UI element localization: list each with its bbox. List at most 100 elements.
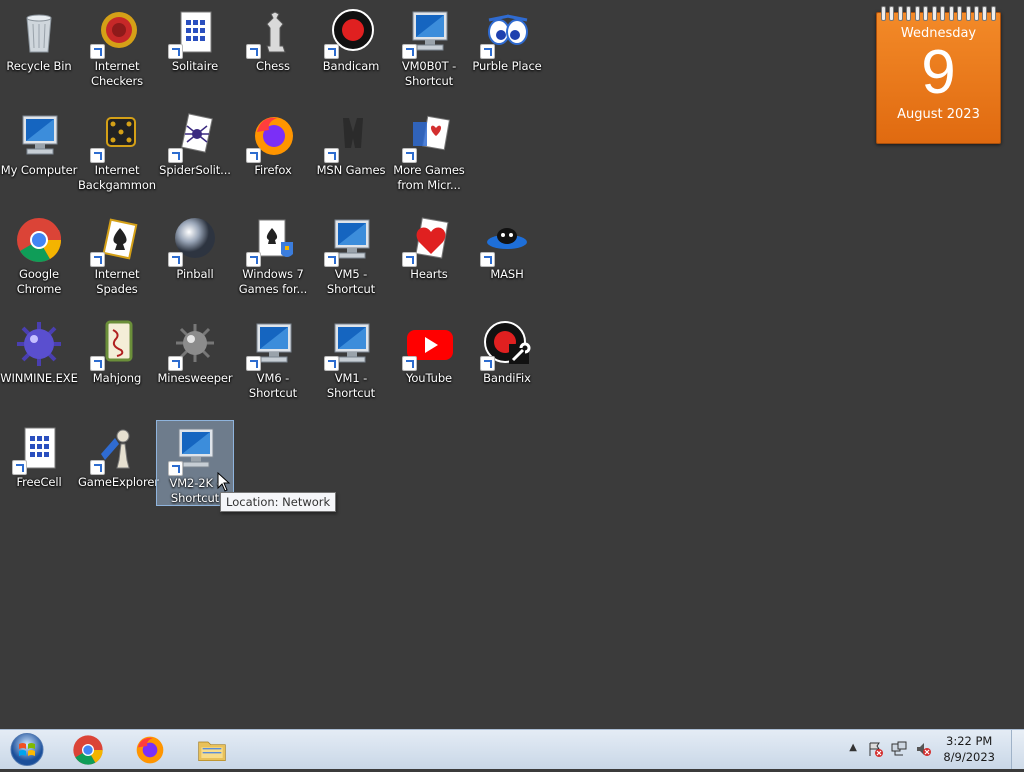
freecell-icon: [12, 424, 63, 475]
folder-icon: [198, 741, 226, 761]
desktop-icon-internet-checkers[interactable]: Internet Checkers: [78, 4, 156, 90]
start-button[interactable]: [5, 731, 49, 768]
icon-label: Hearts: [410, 267, 448, 281]
pinball-icon: [168, 216, 219, 267]
desktop-icon-hearts[interactable]: Hearts: [390, 212, 468, 298]
mash-icon: [480, 216, 531, 267]
icon-label: SpiderSolit...: [159, 163, 231, 177]
youtube-icon: [402, 320, 453, 371]
icon-label: Firefox: [254, 163, 292, 177]
icon-label: Chess: [256, 59, 290, 73]
show-hidden-icons-icon[interactable]: ▲: [849, 742, 857, 753]
computer-icon: [246, 320, 297, 371]
bandifix-icon: [480, 320, 531, 371]
desktop-icon-internet-spades[interactable]: Internet Spades: [78, 212, 156, 298]
icon-label: BandiFix: [483, 371, 531, 385]
windows-logo-icon: [10, 733, 44, 766]
icon-label: VM5 - Shortcut: [326, 267, 376, 296]
spades-icon: [90, 216, 141, 267]
checkers-icon: [90, 8, 141, 59]
firefox-icon: [136, 736, 164, 763]
taskbar-explorer-button[interactable]: [186, 732, 238, 767]
icon-label: GameExplorer: [78, 475, 159, 489]
msn-games-icon: [324, 112, 375, 163]
calendar-rings: [881, 6, 996, 21]
chrome-icon: [73, 734, 103, 765]
desktop-icon-game-explorer[interactable]: GameExplorer: [78, 420, 159, 506]
action-center-icon[interactable]: [867, 741, 883, 757]
mahjong-icon: [90, 320, 141, 371]
taskbar-firefox-button[interactable]: [124, 732, 176, 767]
computer-icon: [402, 8, 453, 59]
desktop-icon-vm5-shortcut[interactable]: VM5 - Shortcut: [312, 212, 390, 298]
icon-label: Internet Checkers: [91, 59, 143, 88]
chrome-icon: [15, 216, 63, 264]
icon-label: VM6 - Shortcut: [248, 371, 298, 400]
computer-icon: [324, 320, 375, 371]
desktop-icon-google-chrome[interactable]: Google Chrome: [0, 212, 78, 298]
desktop-icon-mahjong[interactable]: Mahjong: [78, 316, 156, 402]
clock-date: 8/9/2023: [943, 750, 995, 764]
calendar-day: 9: [921, 38, 956, 107]
taskbar-clock[interactable]: 3:22 PM 8/9/2023: [943, 733, 995, 765]
firefox-icon: [246, 112, 297, 163]
icon-label: Internet Spades: [94, 267, 140, 296]
icon-label: Mahjong: [92, 371, 142, 385]
icon-label: MSN Games: [316, 163, 386, 177]
more-games-icon: [402, 112, 453, 163]
desktop-icon-bandifix[interactable]: BandiFix: [468, 316, 546, 402]
desktop-icon-vm1-shortcut[interactable]: VM1 - Shortcut: [312, 316, 390, 402]
desktop[interactable]: Recycle Bin Internet Checkers Solitaire …: [0, 0, 1024, 729]
desktop-icon-more-games[interactable]: More Games from Micr...: [390, 108, 468, 194]
desktop-icon-my-computer[interactable]: My Computer: [0, 108, 78, 194]
desktop-icon-freecell[interactable]: FreeCell: [0, 420, 78, 506]
desktop-icon-windows7-games[interactable]: Windows 7 Games for...: [234, 212, 312, 298]
desktop-icon-minesweeper[interactable]: Minesweeper: [156, 316, 234, 402]
icon-label: Purble Place: [472, 59, 542, 73]
icon-label: FreeCell: [16, 475, 62, 489]
desktop-icon-winmine-exe[interactable]: WINMINE.EXE: [0, 316, 78, 402]
desktop-icon-youtube[interactable]: YouTube: [390, 316, 468, 402]
desktop-icon-vm6-shortcut[interactable]: VM6 - Shortcut: [234, 316, 312, 402]
icon-label: Pinball: [176, 267, 214, 281]
desktop-icon-firefox[interactable]: Firefox: [234, 108, 312, 194]
icon-label: Minesweeper: [157, 371, 233, 385]
desktop-icon-msn-games[interactable]: MSN Games: [312, 108, 390, 194]
icon-label: My Computer: [0, 163, 78, 177]
taskbar-chrome-button[interactable]: [62, 732, 114, 767]
clock-time: 3:22 PM: [946, 734, 993, 748]
chess-icon: [246, 8, 297, 59]
desktop-icon-mash[interactable]: MASH: [468, 212, 546, 298]
icon-label: VM0B0T - Shortcut: [401, 59, 457, 88]
mine-icon: [15, 320, 63, 368]
desktop-icon-spider-solitaire[interactable]: SpiderSolit...: [156, 108, 234, 194]
calendar-month-year: August 2023: [897, 107, 980, 122]
desktop-icon-chess[interactable]: Chess: [234, 4, 312, 90]
icon-label: VM1 - Shortcut: [326, 371, 376, 400]
icon-label: Google Chrome: [16, 267, 62, 296]
computer-icon: [324, 216, 375, 267]
icon-label: Recycle Bin: [6, 59, 72, 73]
solitaire-icon: [168, 8, 219, 59]
desktop-icon-solitaire[interactable]: Solitaire: [156, 4, 234, 90]
spider-solitaire-icon: [168, 112, 219, 163]
volume-muted-icon[interactable]: [915, 741, 931, 757]
computer-icon: [168, 425, 219, 476]
icon-label: Bandicam: [322, 59, 380, 73]
network-icon[interactable]: [891, 741, 907, 757]
taskbar: ▲ 3:22 PM 8/9/2023: [0, 729, 1024, 769]
calendar-gadget[interactable]: Wednesday 9 August 2023: [876, 6, 1001, 144]
icon-label: More Games from Micr...: [393, 163, 465, 192]
desktop-icon-pinball[interactable]: Pinball: [156, 212, 234, 298]
desktop-icon-recycle-bin[interactable]: Recycle Bin: [0, 4, 78, 90]
recycle-bin-icon: [15, 8, 63, 56]
mouse-cursor-icon: [217, 472, 231, 492]
icon-label: Windows 7 Games for...: [238, 267, 308, 296]
icon-label: WINMINE.EXE: [0, 371, 78, 385]
show-desktop-button[interactable]: [1011, 730, 1024, 769]
desktop-icon-internet-backgammon[interactable]: Internet Backgammon: [78, 108, 156, 194]
desktop-icon-purble-place[interactable]: Purble Place: [468, 4, 546, 90]
desktop-icon-vm0b0t-shortcut[interactable]: VM0B0T - Shortcut: [390, 4, 468, 90]
icon-label: YouTube: [405, 371, 453, 385]
desktop-icon-bandicam[interactable]: Bandicam: [312, 4, 390, 90]
